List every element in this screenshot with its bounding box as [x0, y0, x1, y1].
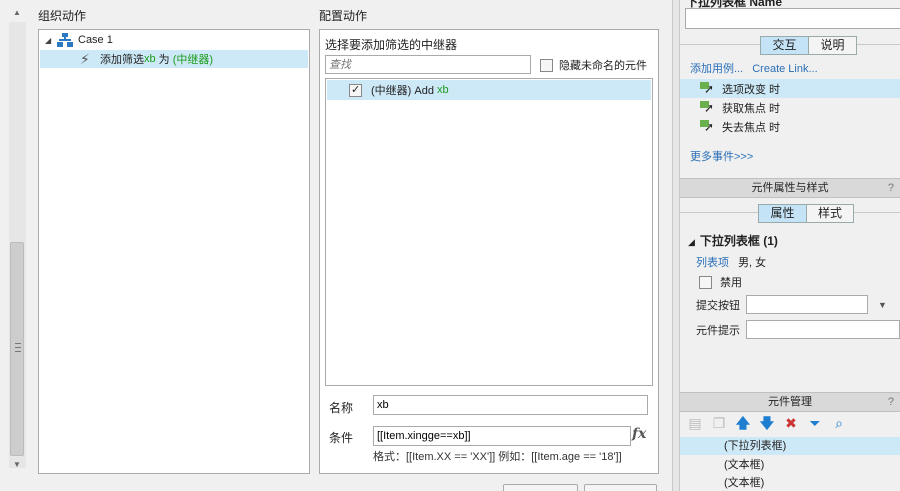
event-row-change[interactable]: ➚ 选项改变 时 [680, 79, 900, 98]
select-repeater-label: 选择要添加筛选的中继器 [325, 38, 458, 52]
action-var: xb [144, 53, 156, 65]
add-case-link[interactable]: 添加用例... [690, 63, 743, 75]
tab-notes[interactable]: 说明 [808, 37, 856, 54]
event-row-focus[interactable]: ➚ 获取焦点 时 [680, 98, 900, 117]
props-tabs: 属性 样式 [758, 204, 854, 223]
indent-icon[interactable]: ▤ [686, 414, 704, 432]
interaction-tabs: 交互 说明 [760, 36, 857, 55]
action-prefix: 添加筛选 [100, 54, 144, 66]
dropdown-arrow-icon[interactable]: ▼ [878, 300, 887, 310]
scroll-up-icon[interactable]: ▲ [13, 8, 21, 17]
widget-row-textbox[interactable]: (文本框) [680, 456, 900, 474]
seg-divider-left [680, 44, 760, 45]
collapse-icon[interactable]: ◢ [45, 36, 55, 45]
hide-unnamed-label: 隐藏未命名的元件 [559, 60, 647, 72]
disabled-toggle[interactable]: 禁用 [699, 274, 742, 290]
disabled-label: 禁用 [720, 277, 742, 289]
case-icon [57, 33, 73, 47]
event-row-blur[interactable]: ➚ 失去焦点 时 [680, 117, 900, 136]
hide-unnamed-checkbox[interactable] [540, 58, 553, 72]
condition-input[interactable] [373, 426, 631, 446]
delete-icon[interactable]: ✖ [782, 414, 800, 432]
repeater-var: xb [437, 84, 449, 96]
submit-button-select[interactable] [746, 295, 868, 314]
repeater-name: (中继器) Add [371, 85, 438, 97]
seg-divider-left-2 [680, 212, 758, 213]
condition-hint: 格式：[[Item.XX == 'XX']] 例如：[[Item.age == … [373, 451, 622, 463]
repeater-row[interactable]: (中继器) Add xb [327, 80, 651, 100]
disabled-checkbox[interactable] [699, 275, 712, 289]
help-icon[interactable]: ? [888, 393, 894, 412]
repeater-checkbox[interactable] [349, 83, 362, 97]
name-label: 名称 [329, 401, 354, 415]
search-icon[interactable]: ⌕ [830, 414, 848, 432]
manager-toolbar: ▤ ❐ 🡅 🡇 ✖ ⏷ ⌕ [686, 414, 848, 432]
more-events-link[interactable]: 更多事件>>> [690, 148, 753, 164]
case-label: Case 1 [78, 34, 113, 46]
event-cursor-icon: ➚ [700, 81, 716, 96]
widget-row-dropdown[interactable]: (下拉列表框) [680, 437, 900, 455]
grip-icon [15, 343, 21, 352]
props-section-header: 元件属性与样式 ? [680, 178, 900, 198]
configure-actions-title: 配置动作 [319, 9, 368, 23]
event-cursor-icon: ➚ [700, 100, 716, 115]
event-cursor-icon: ➚ [700, 119, 716, 134]
dropdown-section-title[interactable]: ◢ 下拉列表框 (1) [688, 232, 778, 249]
widget-name-input[interactable] [685, 8, 900, 29]
move-down-icon[interactable]: 🡇 [758, 414, 776, 432]
widget-row-textbox-2[interactable]: (文本框) [680, 474, 900, 491]
props-header-title: 元件属性与样式 [751, 182, 829, 194]
condition-label: 条件 [329, 431, 354, 445]
action-target: (中继器) [172, 54, 214, 66]
manager-header-title: 元件管理 [768, 396, 812, 408]
ok-button[interactable] [503, 484, 578, 491]
tooltip-label: 元件提示 [696, 325, 740, 337]
lightning-icon: ⚡ [80, 51, 90, 67]
fx-button[interactable]: fx [632, 426, 646, 442]
tree-action-row[interactable]: ⚡ 添加筛选 xb 为 (中继器) [40, 50, 308, 68]
organize-actions-tree[interactable]: ◢ Case 1 ⚡ 添加筛选 xb 为 (中继器) [38, 29, 310, 474]
tooltip-input[interactable] [746, 320, 900, 339]
help-icon[interactable]: ? [888, 179, 894, 198]
left-scrollbar[interactable]: ▲ ▼ [0, 0, 27, 491]
seg-divider-right [857, 44, 900, 45]
manager-section-header: 元件管理 ? [680, 392, 900, 412]
repeater-list[interactable]: (中继器) Add xb [325, 78, 653, 386]
dropdown-title-text: 下拉列表框 (1) [699, 234, 778, 248]
submit-button-label: 提交按钮 [696, 300, 740, 312]
organize-actions-title: 组织动作 [38, 9, 87, 23]
tab-styles[interactable]: 样式 [806, 205, 853, 222]
configure-actions-panel: 选择要添加筛选的中继器 隐藏未命名的元件 (中继器) Add xb 名称 条件 … [319, 29, 659, 474]
hide-unnamed-toggle[interactable]: 隐藏未命名的元件 [540, 57, 647, 73]
tree-case-1[interactable]: ◢ Case 1 [45, 32, 113, 48]
scroll-down-icon[interactable]: ▼ [13, 460, 21, 469]
tab-properties[interactable]: 属性 [759, 205, 806, 222]
tab-interaction[interactable]: 交互 [761, 37, 808, 54]
list-items-link[interactable]: 列表项 [696, 257, 729, 269]
seg-divider-right-2 [854, 212, 900, 213]
list-items-row: 列表项 男, 女 [696, 254, 766, 270]
case-links: 添加用例... Create Link... [690, 60, 818, 76]
event-label: 选项改变 时 [722, 83, 781, 96]
event-label: 失去焦点 时 [722, 121, 781, 134]
filter-icon[interactable]: ⏷ [806, 414, 824, 432]
scroll-thumb[interactable] [10, 242, 24, 456]
create-link-link[interactable]: Create Link... [752, 63, 817, 75]
list-items-value: 男, 女 [738, 257, 767, 269]
search-input[interactable] [325, 55, 531, 74]
copy-icon[interactable]: ❐ [710, 414, 728, 432]
move-up-icon[interactable]: 🡅 [734, 414, 752, 432]
action-mid: 为 [155, 54, 173, 66]
right-panel: 下拉列表框 Name 交互 说明 添加用例... Create Link... … [680, 0, 900, 491]
name-input[interactable] [373, 395, 648, 415]
event-label: 获取焦点 时 [722, 102, 781, 115]
cancel-button[interactable] [584, 484, 657, 491]
panel-divider[interactable] [672, 0, 680, 491]
collapse-icon[interactable]: ◢ [688, 237, 695, 247]
